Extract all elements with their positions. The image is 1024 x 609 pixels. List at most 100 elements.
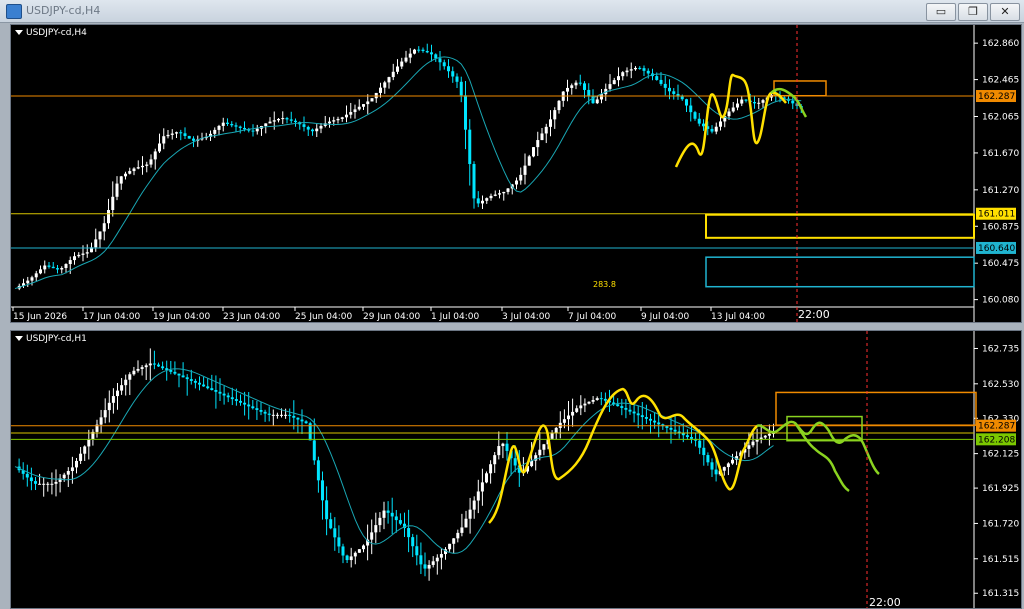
h4-candle-body <box>243 127 246 130</box>
h1-chart-label[interactable]: USDJPY-cd,H1 <box>15 334 87 344</box>
h4-candle-body <box>719 121 722 127</box>
h1-candle-body <box>690 437 693 439</box>
h4-candle-body <box>64 264 68 269</box>
h4-candle-body <box>149 159 153 165</box>
h1-candle-body <box>423 564 427 569</box>
h1-candle-body <box>616 404 620 407</box>
h4-candle-body <box>132 168 136 172</box>
h1-green-projection-path-upper <box>756 420 880 475</box>
h1-chart-panel[interactable]: USDJPY-cd,H1 162.735 162.530 162.330 162.12… <box>10 330 1022 609</box>
h1-candle-body <box>144 365 148 368</box>
h4-candle-body <box>714 126 718 132</box>
h1-candle-body <box>460 527 464 533</box>
h1-candle-body <box>107 402 111 411</box>
h1-candle-body <box>210 388 214 391</box>
h4-candle-body <box>472 164 476 199</box>
h4-candle-body <box>578 82 582 84</box>
h4-chart-label[interactable]: USDJPY-cd,H4 <box>15 28 87 38</box>
chart-window-icon <box>6 4 22 19</box>
h1-candle-body <box>472 500 476 510</box>
h4-yellow-zone-box <box>705 213 975 239</box>
h4-candle-body <box>408 53 412 58</box>
h1-candle-body <box>685 435 689 438</box>
h4-candle-body <box>319 125 323 129</box>
h1-candle-body <box>747 445 751 449</box>
h4-candle-body <box>502 191 506 194</box>
h1-candle-body <box>177 373 181 376</box>
h1-candle-body <box>75 460 78 468</box>
h4-candle-body <box>421 49 425 52</box>
h1-candle-body <box>382 510 386 518</box>
h1-candle-body <box>198 382 201 385</box>
h1-price-tick-label: 161.925 <box>982 484 1019 494</box>
h4-chart-canvas[interactable]: 162.860 162.465 162.065 161.670 161.270 160.8… <box>11 25 1021 322</box>
h4-candle-body <box>523 165 527 175</box>
h1-candle-body <box>513 458 517 466</box>
h1-candle-body <box>292 415 296 418</box>
h4-candle-body <box>404 57 408 62</box>
h1-candle-body <box>431 561 435 565</box>
h1-candle-body <box>636 413 640 416</box>
h1-candle-body <box>337 537 341 547</box>
h1-candle-body <box>489 464 493 474</box>
h4-candle-body <box>145 164 149 166</box>
h1-candle-body <box>128 374 132 380</box>
h1-candle-body <box>120 385 124 391</box>
h4-candle-body <box>251 130 255 132</box>
h4-candle-body <box>98 231 102 240</box>
h1-candle-body <box>435 557 439 562</box>
h4-candle-body <box>264 123 268 127</box>
h4-candle-body <box>332 120 336 122</box>
h1-candle-body <box>312 440 316 461</box>
h1-candle-body <box>169 370 173 372</box>
h1-candle-body <box>152 363 156 365</box>
h4-candle-body <box>629 69 633 71</box>
minimize-button[interactable]: ▭ <box>926 3 956 21</box>
h4-candle-body <box>570 85 574 88</box>
h1-candle-body <box>25 473 29 478</box>
h4-candle-body <box>413 49 416 54</box>
h1-candle-body <box>353 552 357 557</box>
h1-candle-body <box>349 556 353 561</box>
h1-candle-body <box>300 419 304 422</box>
h4-candle-body <box>238 126 242 128</box>
h1-price-tick-label: 161.515 <box>982 555 1019 565</box>
h1-candle-body <box>140 367 144 369</box>
dropdown-triangle-icon <box>15 336 23 341</box>
h4-candle-body <box>621 72 625 77</box>
h1-candle-body <box>698 440 702 448</box>
h4-candle-body <box>485 198 489 201</box>
h1-chart-canvas[interactable]: 162.735162.530162.330162.125161.925161.7… <box>11 331 1021 608</box>
h4-candle-body <box>574 82 578 86</box>
h1-candle-body <box>357 549 361 553</box>
h1-candle-body <box>480 482 484 492</box>
window-titlebar: USDJPY-cd,H4 ▭ ❐ ✕ <box>0 0 1024 23</box>
h4-candle-body <box>94 239 98 248</box>
h4-candle-body <box>455 76 459 82</box>
h4-candle-body <box>642 68 646 71</box>
h1-candle-body <box>468 509 472 519</box>
h4-candle-body <box>128 171 132 174</box>
h1-candle-body <box>38 483 42 485</box>
restore-button[interactable]: ❐ <box>958 3 988 21</box>
h4-candle-body <box>124 173 127 177</box>
h4-candle-body <box>136 167 140 169</box>
close-button[interactable]: ✕ <box>990 3 1020 21</box>
h1-candle-body <box>70 467 74 472</box>
h4-candle-body <box>557 100 561 111</box>
h4-candle-body <box>744 99 748 101</box>
h1-candle-body <box>587 401 591 404</box>
h4-candle-body <box>757 102 761 104</box>
h4-chart-panel[interactable]: USDJPY-cd,H4 162.860 162.465 162.065 161.67… <box>10 24 1022 323</box>
h1-candle-body <box>427 564 431 569</box>
h4-candle-body <box>612 80 616 85</box>
h4-candle-body <box>540 133 544 141</box>
h4-candle-body <box>107 210 110 224</box>
h1-price-label-orange: 162.287 <box>978 422 1015 432</box>
h4-candle-body <box>659 79 663 84</box>
h1-candle-body <box>189 379 193 381</box>
h1-candle-body <box>726 463 730 468</box>
h1-candle-body <box>390 512 394 517</box>
h1-candle-body <box>148 363 152 366</box>
h1-candle-body <box>34 481 37 484</box>
